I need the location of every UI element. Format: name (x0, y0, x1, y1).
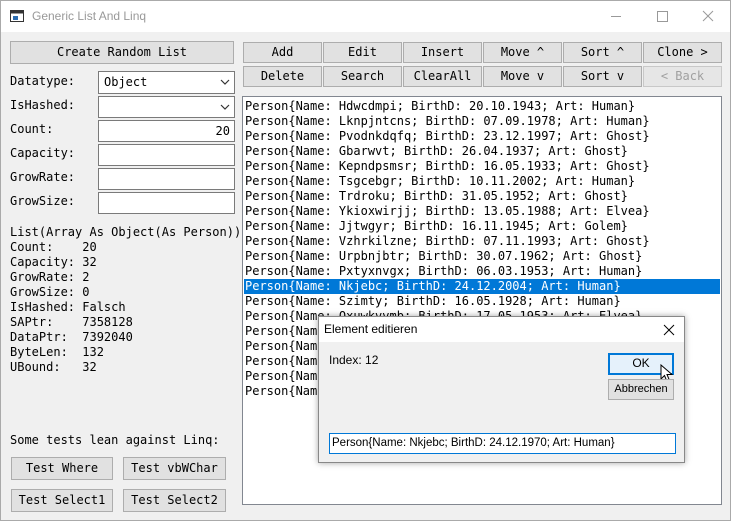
close-icon[interactable] (663, 324, 675, 336)
cancel-button[interactable]: Abbrechen (608, 379, 674, 400)
clone-button[interactable]: Clone > (643, 42, 722, 63)
list-info-line: GrowRate: 2 (10, 270, 90, 284)
list-item[interactable]: Person{Name: Kepndpsmsr; BirthD: 16.05.1… (245, 159, 650, 174)
title-bar[interactable]: Generic List And Linq (1, 1, 730, 32)
dialog-title: Element editieren (324, 322, 418, 336)
app-icon (10, 10, 24, 22)
element-input[interactable]: Person{Name: Nkjebc; BirthD: 24.12.1970;… (329, 433, 676, 454)
list-item-selected[interactable]: Person{Name: Nkjebc; BirthD: 24.12.2004;… (244, 279, 720, 294)
search-button[interactable]: Search (323, 66, 402, 87)
list-info-line: UBound: 32 (10, 360, 97, 374)
list-item[interactable]: Person{Name: Gbarwvt; BirthD: 26.04.1937… (245, 144, 628, 159)
list-item[interactable]: Person{Name (245, 384, 324, 399)
list-item[interactable]: Person{Name: Jjtwgyr; BirthD: 16.11.1945… (245, 219, 628, 234)
growsize-label: GrowSize: (10, 194, 76, 208)
list-item[interactable]: Person{Name (245, 354, 324, 369)
main-window: Generic List And Linq Create Random List… (0, 0, 731, 521)
test-select1-button[interactable]: Test Select1 (11, 489, 113, 512)
list-info-header: List(Array As Object(As Person)) (10, 225, 242, 239)
minimize-button[interactable] (593, 1, 639, 32)
linq-note: Some tests lean against Linq: (10, 433, 220, 447)
growrate-label: GrowRate: (10, 170, 76, 184)
chevron-down-icon (220, 104, 230, 110)
edit-button[interactable]: Edit (323, 42, 402, 63)
datatype-label: Datatype: (10, 74, 76, 88)
growrate-field[interactable] (98, 168, 235, 190)
maximize-icon (657, 11, 668, 22)
sort-up-button[interactable]: Sort ^ (563, 42, 642, 63)
list-item[interactable]: Person{Name: Tsgcebgr; BirthD: 10.11.200… (245, 174, 635, 189)
list-info-line: SAPtr: 7358128 (10, 315, 133, 329)
add-button[interactable]: Add (243, 42, 322, 63)
test-vbwchar-button[interactable]: Test vbWChar (123, 457, 226, 480)
list-item[interactable]: Person{Name: Pvodnkdqfq; BirthD: 23.12.1… (245, 129, 650, 144)
growsize-field[interactable] (98, 192, 235, 214)
datatype-select[interactable]: Object (98, 71, 235, 94)
clearall-button[interactable]: ClearAll (403, 66, 482, 87)
list-info-line: IsHashed: Falsch (10, 300, 126, 314)
sort-down-button[interactable]: Sort v (563, 66, 642, 87)
edit-element-dialog: Element editieren Index: 12 OK Abbrechen… (318, 316, 685, 463)
ishashed-label: IsHashed: (10, 98, 76, 112)
minimize-icon (611, 16, 621, 17)
list-info-line: DataPtr: 7392040 (10, 330, 133, 344)
ishashed-select[interactable] (98, 96, 235, 118)
list-item[interactable]: Person{Name: Lknpjntcns; BirthD: 07.09.1… (245, 114, 650, 129)
capacity-label: Capacity: (10, 146, 76, 160)
index-label: Index: 12 (329, 353, 379, 367)
close-button[interactable] (685, 1, 731, 32)
list-info-line: ByteLen: 132 (10, 345, 104, 359)
count-label: Count: (10, 122, 54, 136)
datatype-value: Object (104, 75, 148, 89)
list-item[interactable]: Person{Name (245, 369, 324, 384)
list-item[interactable]: Person{Name (245, 324, 324, 339)
list-item[interactable]: Person{Name: Pxtyxnvgx; BirthD: 06.03.19… (245, 264, 642, 279)
capacity-field[interactable] (98, 144, 235, 166)
move-up-button[interactable]: Move ^ (483, 42, 562, 63)
list-item[interactable]: Person{Name: Trdroku; BirthD: 31.05.1952… (245, 189, 628, 204)
insert-button[interactable]: Insert (403, 42, 482, 63)
list-item[interactable]: Person{Name: Urpbnjbtr; BirthD: 30.07.19… (245, 249, 642, 264)
chevron-down-icon (220, 79, 230, 85)
test-select2-button[interactable]: Test Select2 (123, 489, 226, 512)
close-icon (702, 10, 714, 22)
list-item[interactable]: Person{Name: Ykioxwirjj; BirthD: 13.05.1… (245, 204, 650, 219)
back-button[interactable]: < Back (643, 66, 722, 87)
count-field[interactable]: 20 (98, 120, 235, 142)
list-item[interactable]: Person{Name (245, 339, 324, 354)
test-where-button[interactable]: Test Where (11, 457, 113, 480)
list-info-line: GrowSize: 0 (10, 285, 90, 299)
dialog-title-bar[interactable]: Element editieren (319, 317, 684, 342)
delete-button[interactable]: Delete (243, 66, 322, 87)
move-down-button[interactable]: Move v (483, 66, 562, 87)
list-item[interactable]: Person{Name: Szimty; BirthD: 16.05.1928;… (245, 294, 621, 309)
list-info-line: Count: 20 (10, 240, 97, 254)
create-random-list-button[interactable]: Create Random List (10, 41, 234, 64)
maximize-button[interactable] (639, 1, 685, 32)
list-info-line: Capacity: 32 (10, 255, 97, 269)
list-item[interactable]: Person{Name: Vzhrkilzne; BirthD: 07.11.1… (245, 234, 650, 249)
list-item[interactable]: Person{Name: Hdwcdmpi; BirthD: 20.10.194… (245, 99, 635, 114)
window-title: Generic List And Linq (32, 9, 147, 23)
